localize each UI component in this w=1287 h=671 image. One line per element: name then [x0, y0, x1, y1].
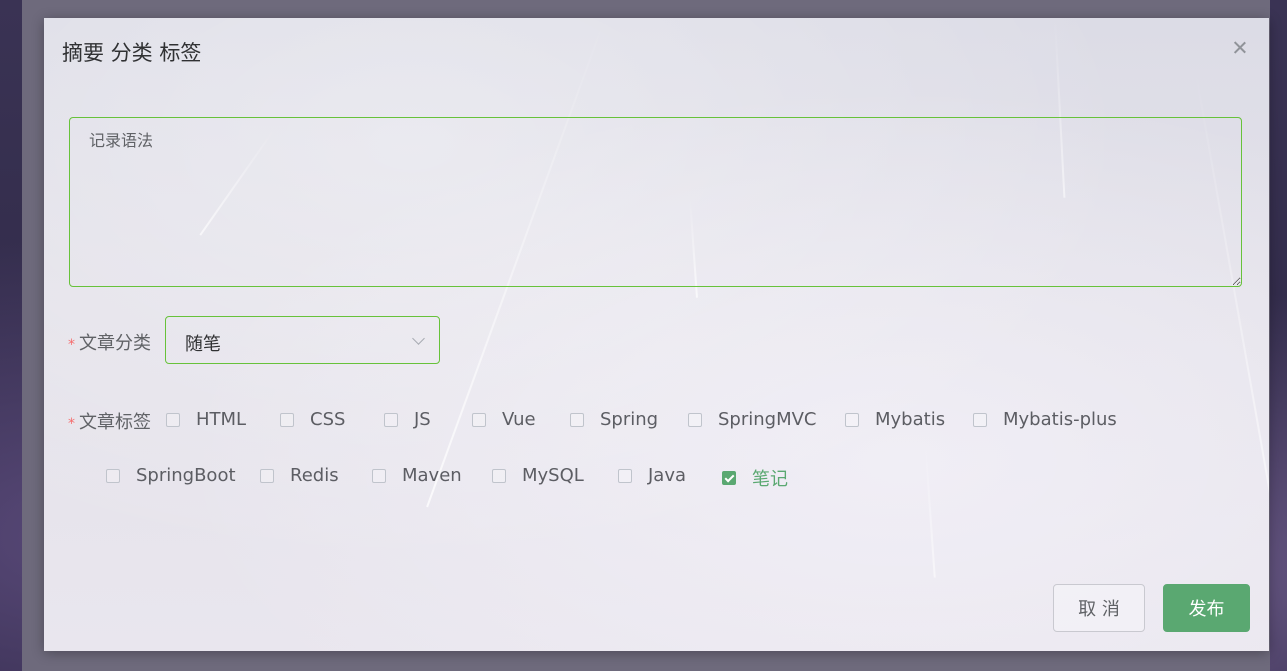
tag-label: HTML [196, 409, 247, 430]
close-icon[interactable] [1230, 38, 1250, 58]
tag-checkbox-js[interactable]: JS [384, 409, 431, 430]
tag-label: SpringMVC [718, 409, 817, 430]
tag-checkbox-maven[interactable]: Maven [372, 465, 462, 486]
category-select[interactable]: 随笔 [165, 316, 440, 364]
checkbox-box-checked[interactable] [722, 471, 736, 485]
tag-label: Java [648, 465, 687, 486]
tag-label: 笔记 [752, 469, 788, 490]
tag-label: Mybatis-plus [1003, 409, 1117, 430]
checkbox-box[interactable] [106, 468, 120, 483]
category-selected-value: 随笔 [185, 334, 221, 355]
checkbox-box[interactable] [166, 412, 180, 427]
checkbox-box[interactable] [384, 412, 398, 427]
category-label: * 文章分类 [68, 329, 151, 355]
tag-checkbox-springmvc[interactable]: SpringMVC [688, 409, 817, 430]
tags-label: * 文章标签 [68, 408, 151, 434]
tag-checkbox-springboot[interactable]: SpringBoot [106, 465, 236, 486]
checkbox-box[interactable] [618, 468, 632, 483]
tag-label: Redis [290, 465, 339, 486]
tag-label: JS [414, 409, 431, 430]
dialog-title: 摘要 分类 标签 [62, 41, 202, 65]
required-mark: * [68, 416, 75, 432]
tag-checkbox-redis[interactable]: Redis [260, 465, 339, 486]
cancel-button[interactable]: 取 消 [1053, 584, 1145, 632]
chevron-down-icon [412, 332, 425, 345]
tag-label: Mybatis [875, 409, 946, 430]
checkbox-box[interactable] [372, 468, 386, 483]
tag-label: CSS [310, 409, 346, 430]
tag-label: Vue [502, 409, 536, 430]
tag-checkbox-mybatis[interactable]: Mybatis [845, 409, 945, 430]
checkbox-box[interactable] [492, 468, 506, 483]
tag-checkbox-mybatis-plus[interactable]: Mybatis-plus [973, 409, 1117, 430]
checkbox-box[interactable] [688, 412, 702, 427]
tag-label: Maven [402, 465, 462, 486]
tag-label: SpringBoot [136, 465, 236, 486]
required-mark: * [68, 337, 75, 353]
tag-checkbox-html[interactable]: HTML [166, 409, 246, 430]
tag-checkbox-notes[interactable]: 笔记 [722, 465, 788, 491]
tag-checkbox-spring[interactable]: Spring [570, 409, 658, 430]
checkbox-box[interactable] [570, 412, 584, 427]
background-streak [924, 437, 936, 578]
publish-button[interactable]: 发布 [1163, 584, 1250, 632]
tag-checkbox-java[interactable]: Java [618, 465, 686, 486]
tag-label: MySQL [522, 465, 584, 486]
tag-checkbox-mysql[interactable]: MySQL [492, 465, 584, 486]
checkbox-box[interactable] [973, 412, 987, 427]
tags-label-text: 文章标签 [79, 412, 151, 433]
category-label-text: 文章分类 [79, 333, 151, 354]
tag-checkbox-vue[interactable]: Vue [472, 409, 536, 430]
checkbox-box[interactable] [845, 412, 859, 427]
checkbox-box[interactable] [472, 412, 486, 427]
tag-label: Spring [600, 409, 659, 430]
summary-textarea[interactable] [69, 117, 1242, 287]
publish-dialog: 摘要 分类 标签 *文章分类 随笔 *文章标签 HTML CSS JS Vue … [44, 18, 1269, 651]
checkbox-box[interactable] [280, 412, 294, 427]
tag-checkbox-css[interactable]: CSS [280, 409, 345, 430]
checkbox-box[interactable] [260, 468, 274, 483]
